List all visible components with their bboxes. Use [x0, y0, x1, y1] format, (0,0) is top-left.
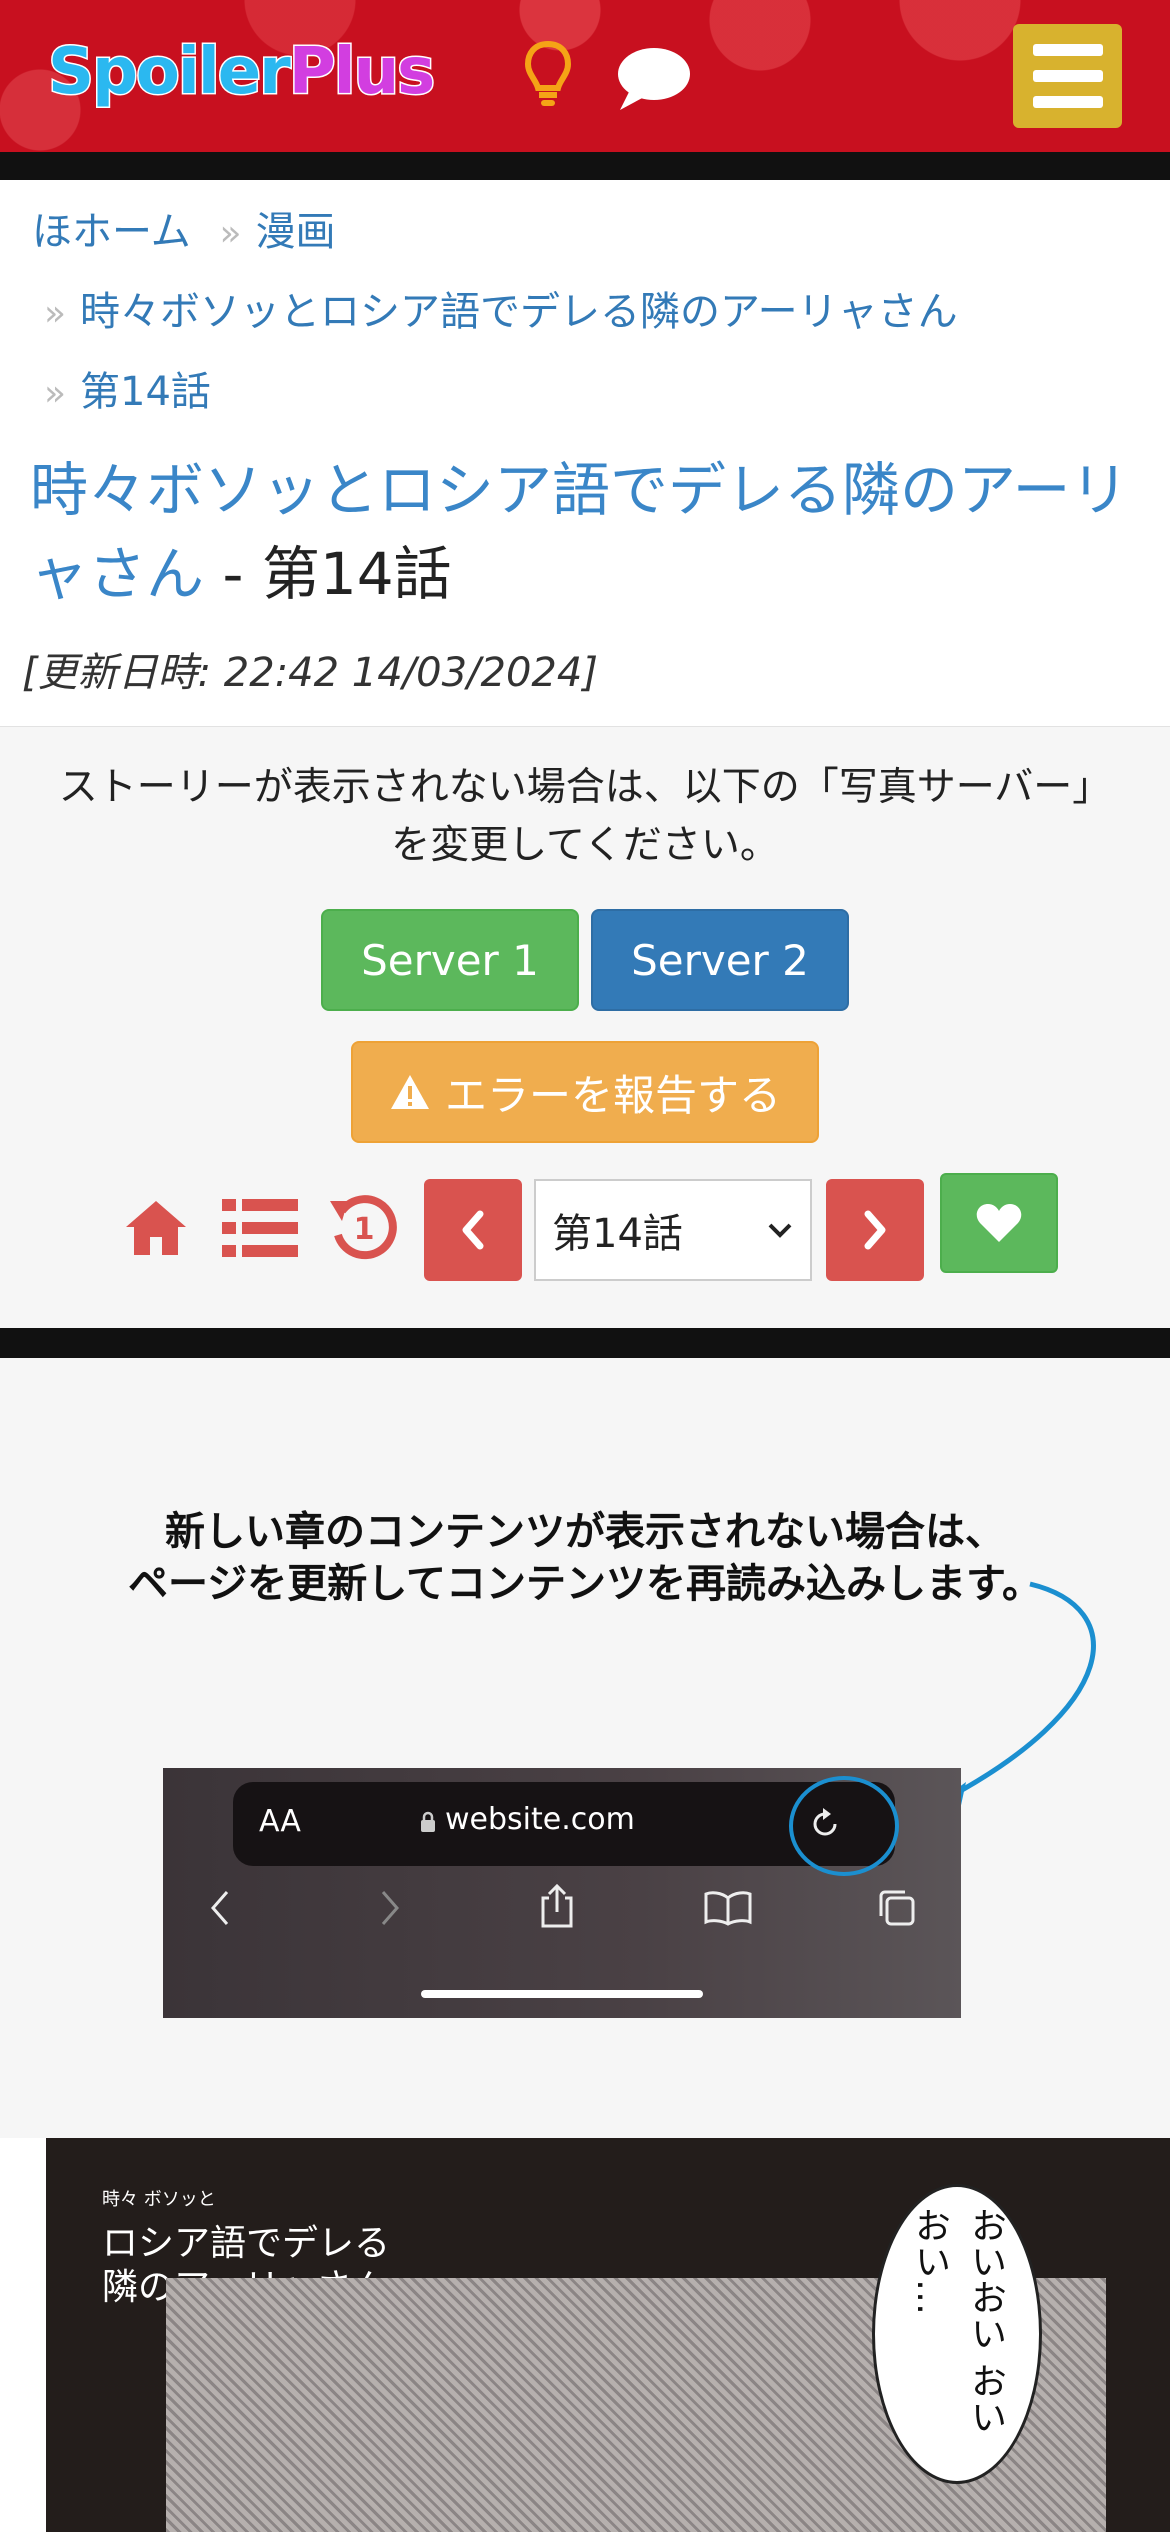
- menu-bar: [1032, 96, 1103, 108]
- speech-bubble: おいおい おいおい…: [872, 2184, 1042, 2484]
- site-logo[interactable]: SpoilerPlus: [47, 30, 437, 114]
- site-header: SpoilerPlus: [0, 0, 1170, 152]
- text-size-label: AA: [259, 1804, 301, 1839]
- forward-icon: [381, 1891, 399, 1925]
- address-bar: AA website.com: [233, 1776, 899, 1876]
- manga-logo-small: 時々 ボソッと: [102, 2189, 216, 2210]
- share-icon: [541, 1883, 573, 1928]
- chapter-select[interactable]: 第14話: [534, 1179, 812, 1281]
- bookmarks-icon: [704, 1891, 752, 1926]
- page-title: 時々ボソッとロシア語でデレる隣のアーリャさん - 第14話: [30, 448, 1170, 616]
- chevron-left-icon: [462, 1210, 484, 1250]
- breadcrumb-separator: »: [44, 373, 67, 414]
- breadcrumb-row-2: » 時々ボソッとロシア語でデレる隣のアーリャさん: [44, 284, 958, 342]
- logo-part-plus: Plus: [287, 34, 436, 111]
- svg-text:1: 1: [354, 1212, 375, 1247]
- breadcrumb-series[interactable]: 時々ボソッとロシア語でデレる隣のアーリャさん: [80, 289, 958, 335]
- breadcrumb-chapter[interactable]: 第14話: [80, 369, 211, 415]
- highlight-circle: [789, 1776, 899, 1876]
- breadcrumb-separator: »: [219, 213, 242, 254]
- report-error-button[interactable]: エラーを報告する: [351, 1041, 819, 1143]
- updated-timestamp: [更新日時: 22:42 14/03/2024]: [22, 650, 598, 696]
- warning-icon: [390, 1075, 429, 1109]
- favorite-button[interactable]: [940, 1173, 1058, 1273]
- chat-bubble-icon[interactable]: [616, 46, 692, 116]
- report-error-label: エラーを報告する: [444, 1070, 781, 1120]
- tabs-icon: [879, 1890, 915, 1926]
- hamburger-menu-button[interactable]: [1013, 24, 1122, 128]
- previous-chapter-button[interactable]: [424, 1179, 522, 1281]
- browser-screenshot-image: AA website.com: [163, 1768, 961, 2018]
- breadcrumb: ほホーム » 漫画: [32, 204, 336, 262]
- url-text: website.com: [445, 1802, 635, 1837]
- server-1-button[interactable]: Server 1: [321, 909, 579, 1011]
- refresh-instructions-line-1: 新しい章のコンテンツが表示されない場合は、: [165, 1509, 1005, 1555]
- lightbulb-icon[interactable]: [524, 40, 572, 116]
- logo-part-spoiler: Spoiler: [47, 34, 293, 111]
- divider-strip: [0, 152, 1170, 180]
- breadcrumb-separator: »: [44, 293, 67, 334]
- home-indicator: [421, 1990, 703, 1998]
- breadcrumb-home[interactable]: ほホーム: [32, 209, 191, 255]
- reader-controls-panel: ストーリーが表示されない場合は、以下の「写真サーバー」を変更してください。 Se…: [0, 726, 1170, 1328]
- heart-icon: [976, 1204, 1022, 1242]
- chapter-title-suffix: - 第14話: [204, 540, 452, 608]
- chapter-select-value: 第14話: [552, 1211, 683, 1257]
- breadcrumb-category[interactable]: 漫画: [256, 209, 336, 255]
- menu-bar: [1032, 70, 1103, 82]
- manga-logo-line-1: ロシア語でデレる: [102, 2223, 391, 2264]
- server-2-button[interactable]: Server 2: [591, 909, 849, 1011]
- breadcrumb-row-3: » 第14話: [44, 364, 211, 422]
- home-icon[interactable]: [122, 1197, 190, 1261]
- lock-icon: [421, 1811, 435, 1832]
- next-chapter-button[interactable]: [826, 1179, 924, 1281]
- chapter-list-icon[interactable]: [222, 1199, 298, 1261]
- back-icon: [211, 1891, 229, 1925]
- menu-bar: [1032, 44, 1103, 56]
- history-icon[interactable]: 1: [328, 1191, 398, 1265]
- manga-page-image: 時々 ボソッと ロシア語でデレる 隣のアーリャさん おいおい おいおい…: [46, 2138, 1170, 2532]
- chevron-down-icon: [768, 1223, 792, 1238]
- chevron-right-icon: [864, 1210, 886, 1250]
- server-notice: ストーリーが表示されない場合は、以下の「写真サーバー」を変更してください。: [58, 765, 1112, 868]
- divider-strip: [0, 1328, 1170, 1358]
- refresh-info-section: 新しい章のコンテンツが表示されない場合は、 ページを更新してコンテンツを再読み込…: [0, 1358, 1170, 2138]
- series-title-link[interactable]: 時々ボソッとロシア語でデレる隣のアーリャさん: [30, 456, 1129, 608]
